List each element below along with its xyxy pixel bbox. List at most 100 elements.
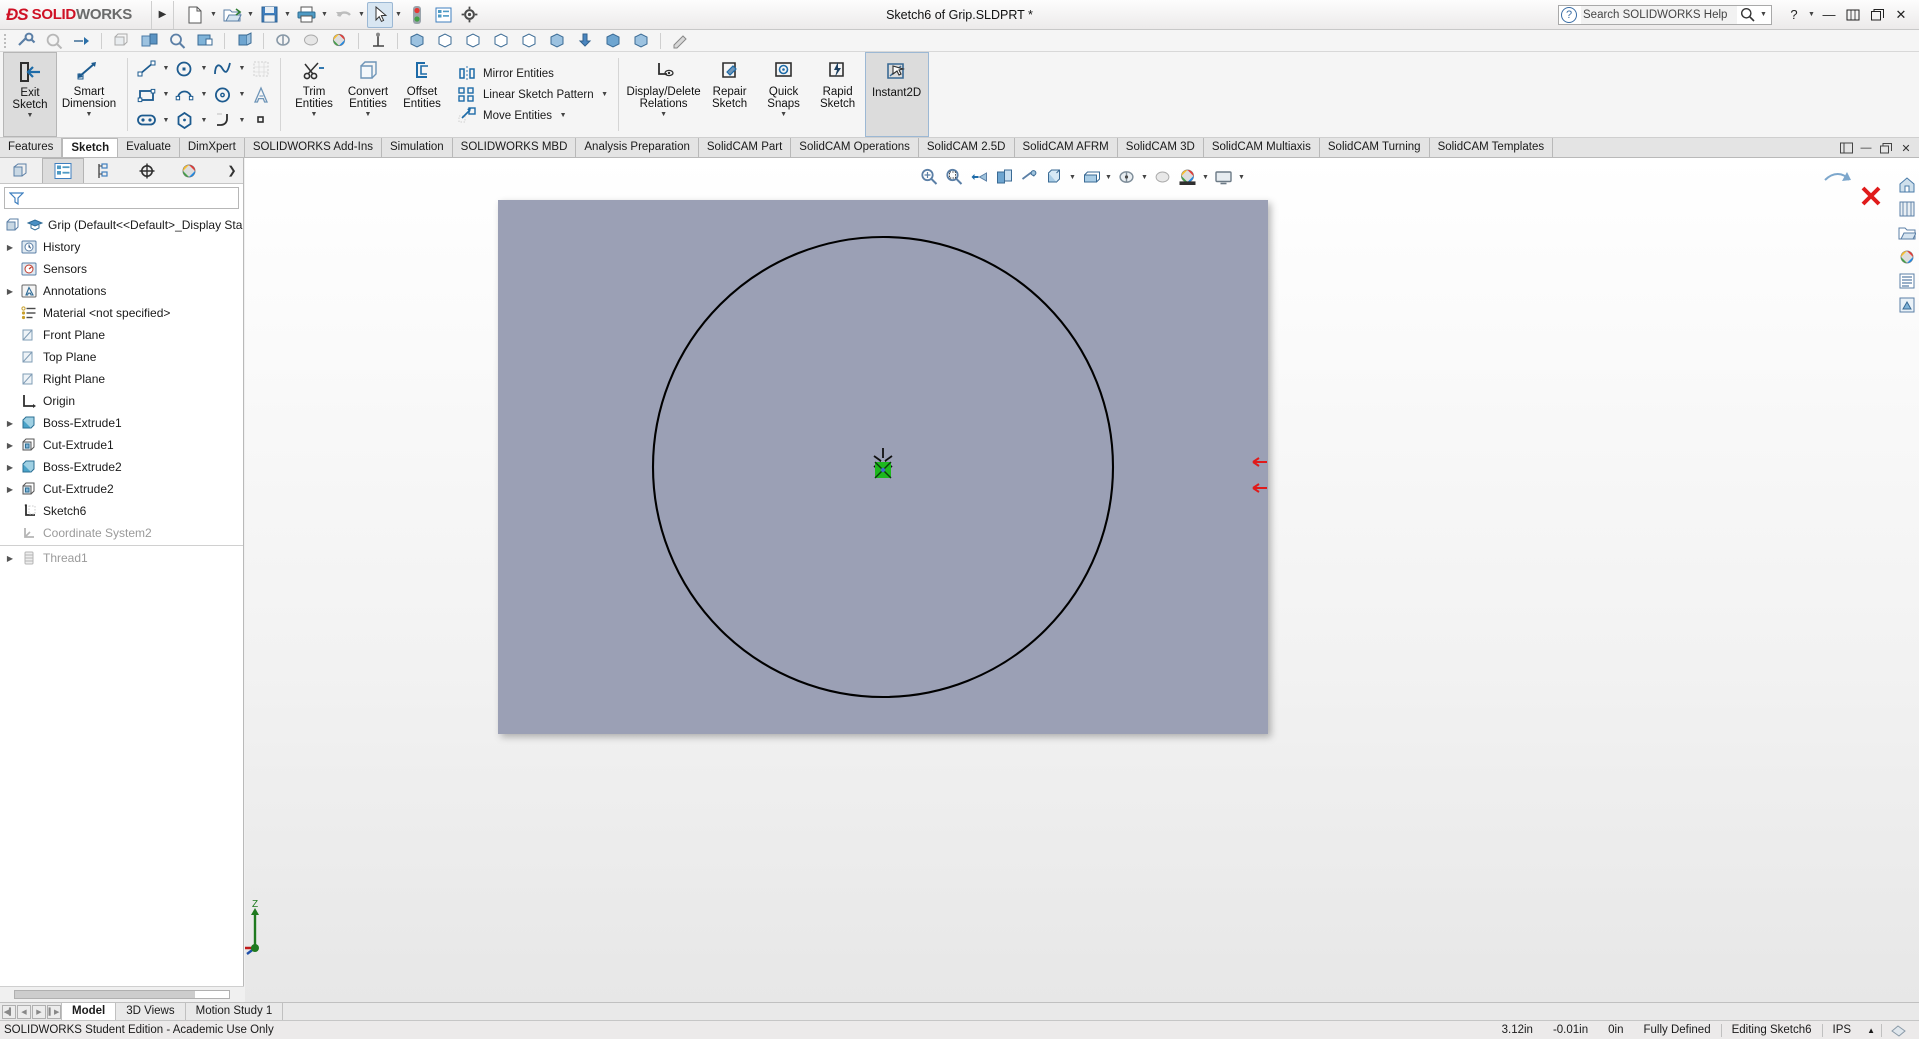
search-options-caret[interactable]: ▼	[1758, 2, 1769, 28]
nav-first-button[interactable]: ◀▍	[2, 1005, 16, 1019]
units-caret[interactable]: ▲	[1861, 1026, 1881, 1035]
expand-arrow-cut-extrude2-icon[interactable]: ▶	[2, 485, 18, 494]
tree-node-history[interactable]: ▶ History	[0, 236, 243, 258]
text-icon[interactable]	[248, 83, 274, 107]
ellipse-icon[interactable]	[210, 83, 236, 107]
repair-sketch-button[interactable]: Repair Sketch	[703, 52, 757, 137]
linear-sketch-pattern-caret[interactable]: ▼	[598, 91, 612, 98]
ellipse-caret[interactable]: ▼	[236, 83, 248, 107]
expand-arrow-boss-extrude2-icon[interactable]: ▶	[2, 463, 18, 472]
bottom-tab-model[interactable]: Model	[61, 1003, 116, 1020]
display-style-2-icon[interactable]	[230, 31, 258, 51]
view-iso-icon[interactable]	[403, 31, 431, 51]
tab-analysis-preparation[interactable]: Analysis Preparation	[576, 138, 698, 157]
tab-solidcam-25d[interactable]: SolidCAM 2.5D	[919, 138, 1015, 157]
section-view-icon[interactable]	[993, 165, 1017, 189]
tab-solidcam-3d[interactable]: SolidCAM 3D	[1118, 138, 1204, 157]
help-search-box[interactable]: ? Search SOLIDWORKS Help ▼	[1558, 5, 1772, 25]
smart-dimension-button[interactable]: Smart Dimension ▼	[57, 52, 121, 137]
bottom-tab-motion-study[interactable]: Motion Study 1	[185, 1003, 284, 1020]
property-manager-tab[interactable]	[42, 158, 84, 183]
view-orientation-2-icon[interactable]	[191, 31, 219, 51]
tab-solidcam-templates[interactable]: SolidCAM Templates	[1430, 138, 1554, 157]
tree-node-right-plane[interactable]: Right Plane	[0, 368, 243, 390]
expand-arrow-history-icon[interactable]: ▶	[2, 243, 18, 252]
tree-node-material[interactable]: Material <not specified>	[0, 302, 243, 324]
view-setting-icon[interactable]	[269, 31, 297, 51]
move-entities-caret[interactable]: ▼	[556, 112, 570, 119]
horizontal-scrollbar[interactable]	[14, 990, 230, 999]
tab-simulation[interactable]: Simulation	[382, 138, 453, 157]
display-style-caret[interactable]: ▼	[1068, 165, 1078, 189]
tab-solidcam-operations[interactable]: SolidCAM Operations	[791, 138, 919, 157]
feature-tree-filter[interactable]	[4, 187, 239, 209]
apply-scene-icon[interactable]	[1176, 165, 1200, 189]
tree-node-front-plane[interactable]: Front Plane	[0, 324, 243, 346]
expand-arrow-thread1-icon[interactable]: ▶	[2, 554, 18, 563]
tree-node-cut-extrude2[interactable]: ▶ Cut-Extrude2	[0, 478, 243, 500]
search-icon[interactable]	[1740, 7, 1755, 22]
trim-entities-button[interactable]: Trim Entities ▼	[287, 52, 341, 137]
slot-caret[interactable]: ▼	[160, 108, 172, 132]
nav-next-button[interactable]: ▶	[32, 1005, 46, 1019]
section-view-2-icon[interactable]	[135, 31, 163, 51]
move-entities-button[interactable]: Move Entities ▼	[455, 105, 612, 126]
tab-solidcam-turning[interactable]: SolidCAM Turning	[1320, 138, 1430, 157]
tree-node-boss-extrude1[interactable]: ▶ Boss-Extrude1	[0, 412, 243, 434]
minimize-button[interactable]: —	[1817, 4, 1841, 26]
rectangle-caret[interactable]: ▼	[160, 83, 172, 107]
circle-icon[interactable]	[172, 57, 198, 81]
nav-last-button[interactable]: ▍▶	[47, 1005, 61, 1019]
doc-close-button[interactable]: ✕	[1897, 139, 1915, 157]
tree-node-sensors[interactable]: Sensors	[0, 258, 243, 280]
menu-expand-arrow[interactable]: ▶	[152, 1, 174, 29]
tab-solidcam-afrm[interactable]: SolidCAM AFRM	[1015, 138, 1118, 157]
solidworks-logo[interactable]: ÐS SOLIDWORKS	[0, 1, 152, 29]
tree-node-coordinate-system2[interactable]: Coordinate System2	[0, 522, 243, 544]
rectangle-icon[interactable]	[134, 83, 160, 107]
expand-arrow-boss-extrude1-icon[interactable]: ▶	[2, 419, 18, 428]
gear-icon[interactable]	[456, 2, 482, 28]
slot-icon[interactable]	[134, 108, 160, 132]
convert-entities-button[interactable]: Convert Entities ▼	[341, 52, 395, 137]
undo-arrow-icon[interactable]	[330, 2, 356, 28]
tree-node-annotations[interactable]: ▶ Annotations	[0, 280, 243, 302]
tree-node-cut-extrude1[interactable]: ▶ Cut-Extrude1	[0, 434, 243, 456]
section-properties-icon[interactable]	[40, 31, 68, 51]
fillet-icon[interactable]	[210, 108, 236, 132]
display-style-icon[interactable]	[1043, 165, 1067, 189]
tree-node-sketch6[interactable]: Sketch6	[0, 500, 243, 522]
expand-arrow-annotations-icon[interactable]: ▶	[2, 287, 18, 296]
list-properties-icon[interactable]	[430, 2, 456, 28]
dimxpert-manager-tab[interactable]	[126, 158, 168, 183]
arc-caret[interactable]: ▼	[198, 83, 210, 107]
tab-features[interactable]: Features	[0, 138, 62, 157]
instant2d-button[interactable]: Instant2D	[865, 52, 929, 137]
maximize-button[interactable]	[1865, 4, 1889, 26]
offset-entities-button[interactable]: Offset Entities	[395, 52, 449, 137]
tab-evaluate[interactable]: Evaluate	[118, 138, 180, 157]
edit-appearance-2-icon[interactable]	[666, 31, 694, 51]
rapid-sketch-button[interactable]: Rapid Sketch	[811, 52, 865, 137]
view-home-icon[interactable]	[1896, 174, 1918, 196]
display-manager-tab[interactable]	[168, 158, 210, 183]
tree-node-part[interactable]: Grip (Default<<Default>_Display Sta	[0, 214, 243, 236]
new-file-icon[interactable]	[182, 2, 208, 28]
tab-sketch[interactable]: Sketch	[62, 138, 118, 157]
polygon-icon[interactable]	[172, 108, 198, 132]
zoom-to-area-icon[interactable]	[943, 165, 967, 189]
printer-icon[interactable]	[293, 2, 319, 28]
save-disk-caret[interactable]: ▼	[282, 2, 293, 28]
appearance-2-icon[interactable]	[297, 31, 325, 51]
manager-tab-overflow[interactable]: ❯	[221, 158, 243, 183]
sketch-geometry[interactable]	[498, 200, 1268, 734]
bottom-tab-3d-views[interactable]: 3D Views	[115, 1003, 185, 1020]
tree-node-boss-extrude2[interactable]: ▶ Boss-Extrude2	[0, 456, 243, 478]
view-front-icon[interactable]	[431, 31, 459, 51]
view-back-icon[interactable]	[459, 31, 487, 51]
display-delete-relations-button[interactable]: Display/Delete Relations ▼	[625, 52, 703, 137]
scene-palette-icon[interactable]	[325, 31, 353, 51]
hide-show-items-icon[interactable]	[1079, 165, 1103, 189]
circle-caret[interactable]: ▼	[198, 57, 210, 81]
grid-icon[interactable]	[248, 57, 274, 81]
